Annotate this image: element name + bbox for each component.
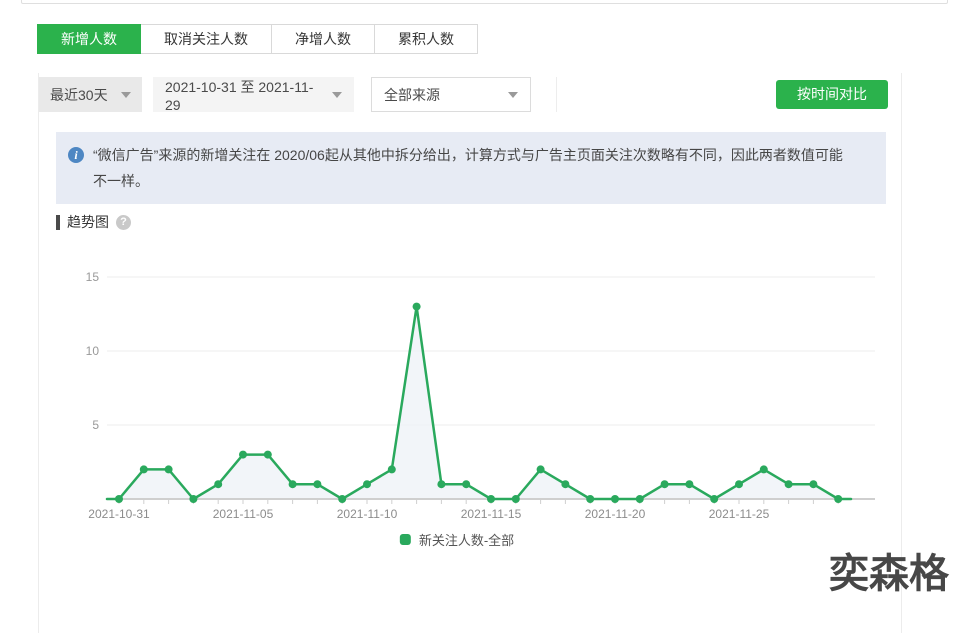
x-axis-tick-label: 2021-11-15 — [461, 507, 522, 521]
notice-banner: i “微信广告”来源的新增关注在 2020/06起从其他中拆分给出，计算方式与广… — [56, 132, 886, 204]
data-point[interactable] — [413, 303, 421, 311]
section-title: 趋势图 — [67, 212, 109, 232]
date-range-dropdown[interactable]: 2021-10-31 至 2021-11-29 — [153, 77, 354, 112]
data-point[interactable] — [661, 480, 669, 488]
data-point[interactable] — [760, 465, 768, 473]
data-point[interactable] — [462, 480, 470, 488]
section-title-bar — [56, 215, 60, 230]
data-point[interactable] — [363, 480, 371, 488]
tab-unfollowers[interactable]: 取消关注人数 — [140, 24, 272, 54]
data-point[interactable] — [487, 495, 495, 503]
data-point[interactable] — [834, 495, 842, 503]
x-axis-tick-label: 2021-11-20 — [585, 507, 646, 521]
data-point[interactable] — [685, 480, 693, 488]
cutoff-panel-above — [21, 0, 948, 4]
data-point[interactable] — [313, 480, 321, 488]
data-point[interactable] — [338, 495, 346, 503]
y-axis-tick-label: 10 — [86, 344, 100, 358]
data-point[interactable] — [214, 480, 222, 488]
x-axis-tick-label: 2021-11-05 — [213, 507, 274, 521]
data-point[interactable] — [785, 480, 793, 488]
data-point[interactable] — [289, 480, 297, 488]
chevron-down-icon — [121, 92, 131, 98]
y-axis-tick-label: 5 — [92, 418, 99, 432]
compare-by-time-button[interactable]: 按时间对比 — [776, 80, 888, 109]
series-area-fill — [107, 307, 851, 499]
data-point[interactable] — [264, 451, 272, 459]
data-point[interactable] — [115, 495, 123, 503]
data-point[interactable] — [636, 495, 644, 503]
legend-series-label: 新关注人数-全部 — [419, 530, 514, 549]
data-point[interactable] — [586, 495, 594, 503]
date-range-label: 2021-10-31 至 2021-11-29 — [165, 77, 324, 113]
notice-text: “微信广告”来源的新增关注在 2020/06起从其他中拆分给出，计算方式与广告主… — [93, 147, 843, 189]
help-icon[interactable]: ? — [116, 215, 131, 230]
data-point[interactable] — [611, 495, 619, 503]
trend-line-chart: 5 10 15 2021-10-31 2021-11-05 2021-11-10 2021-… — [0, 250, 959, 530]
data-point[interactable] — [388, 465, 396, 473]
metric-tabs: 新增人数 取消关注人数 净增人数 累积人数 — [38, 24, 478, 54]
data-point[interactable] — [437, 480, 445, 488]
info-icon: i — [68, 147, 84, 163]
data-point[interactable] — [561, 480, 569, 488]
filter-separator — [556, 77, 557, 112]
legend-item[interactable]: 新关注人数-全部 — [400, 530, 514, 549]
x-axis-tick-label: 2021-11-10 — [337, 507, 398, 521]
watermark-logo: 奕森格 — [829, 541, 949, 599]
data-point[interactable] — [140, 465, 148, 473]
tab-net-growth[interactable]: 净增人数 — [271, 24, 375, 54]
data-point[interactable] — [239, 451, 247, 459]
x-axis-tick-label: 2021-11-25 — [709, 507, 770, 521]
section-header: 趋势图 ? — [56, 212, 131, 232]
source-label: 全部来源 — [384, 85, 440, 105]
data-point[interactable] — [735, 480, 743, 488]
data-point[interactable] — [537, 465, 545, 473]
time-range-label: 最近30天 — [50, 85, 108, 105]
data-point[interactable] — [809, 480, 817, 488]
source-dropdown[interactable]: 全部来源 — [371, 77, 531, 112]
data-point[interactable] — [710, 495, 718, 503]
y-axis-tick-label: 15 — [86, 270, 100, 284]
data-point[interactable] — [189, 495, 197, 503]
data-point[interactable] — [165, 465, 173, 473]
tab-new-followers[interactable]: 新增人数 — [37, 24, 141, 54]
series-line — [107, 307, 851, 499]
time-range-dropdown[interactable]: 最近30天 — [39, 77, 142, 112]
data-point[interactable] — [512, 495, 520, 503]
legend-series-marker — [400, 534, 411, 545]
tab-cumulative[interactable]: 累积人数 — [374, 24, 478, 54]
chevron-down-icon — [332, 92, 342, 98]
x-axis-tick-label: 2021-10-31 — [88, 507, 150, 521]
chevron-down-icon — [508, 92, 518, 98]
